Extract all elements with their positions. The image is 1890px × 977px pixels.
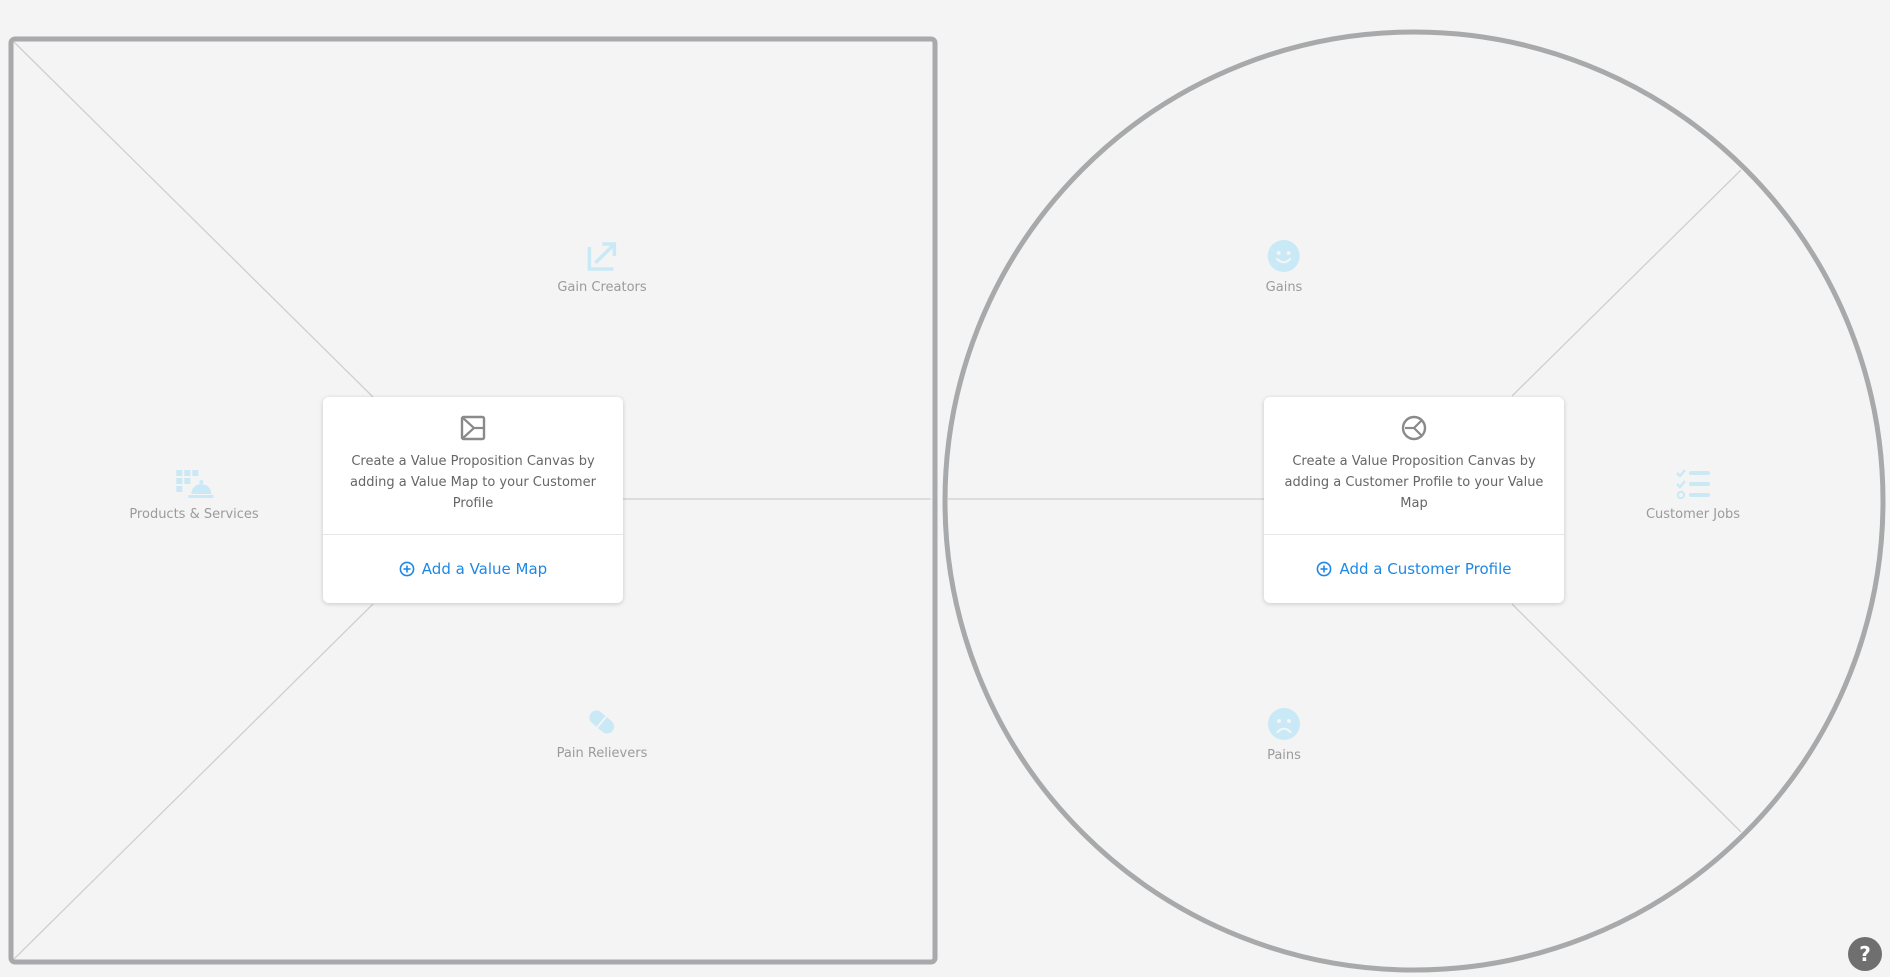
gain-creators-label: Gain Creators	[557, 280, 647, 295]
customer-jobs-label: Customer Jobs	[1645, 507, 1741, 522]
add-value-map-label: Add a Value Map	[421, 560, 548, 578]
products-services-icon	[175, 470, 213, 498]
pain-relievers-segment: Pain Relievers	[556, 705, 648, 761]
plus-circle-icon	[1317, 561, 1332, 577]
value-map-card: Create a Value Proposition Canvas by add…	[323, 397, 623, 603]
canvas-background	[8, 29, 1886, 973]
gain-creators-icon	[587, 242, 616, 271]
gain-creators-segment: Gain Creators	[557, 239, 647, 295]
pain-relievers-label: Pain Relievers	[556, 746, 648, 761]
products-services-label: Products & Services	[129, 507, 259, 522]
add-customer-profile-label: Add a Customer Profile	[1339, 560, 1512, 578]
customer-profile-card-description: Create a Value Proposition Canvas by add…	[1284, 454, 1544, 511]
value-map-divider-bottom-left	[13, 603, 374, 960]
add-customer-profile-button[interactable]: Add a Customer Profile	[1264, 535, 1564, 603]
value-map-icon	[460, 415, 486, 441]
customer-profile-divider-top-right	[1511, 169, 1742, 397]
gains-label: Gains	[1265, 280, 1303, 295]
pains-label: Pains	[1267, 748, 1301, 763]
checklist-icon	[1676, 469, 1710, 500]
pill-icon	[589, 710, 615, 734]
pains-segment: Pains	[1267, 707, 1301, 763]
sad-face-icon	[1268, 708, 1300, 740]
help-button[interactable]: ?	[1848, 937, 1882, 971]
products-services-segment: Products & Services	[129, 468, 259, 522]
help-icon: ?	[1859, 942, 1871, 966]
value-map-divider-top-left	[13, 41, 374, 398]
customer-profile-card: Create a Value Proposition Canvas by add…	[1264, 397, 1564, 603]
gains-segment: Gains	[1265, 239, 1303, 295]
customer-jobs-segment: Customer Jobs	[1646, 468, 1740, 522]
customer-profile-icon	[1401, 415, 1427, 441]
plus-circle-icon	[399, 561, 415, 577]
customer-profile-card-body: Create a Value Proposition Canvas by add…	[1264, 397, 1564, 535]
add-value-map-button[interactable]: Add a Value Map	[323, 535, 623, 603]
happy-face-icon	[1267, 240, 1300, 272]
value-map-card-description: Create a Value Proposition Canvas by add…	[350, 454, 596, 511]
value-map-card-body: Create a Value Proposition Canvas by add…	[323, 397, 623, 535]
customer-profile-divider-bottom-right	[1511, 603, 1742, 833]
